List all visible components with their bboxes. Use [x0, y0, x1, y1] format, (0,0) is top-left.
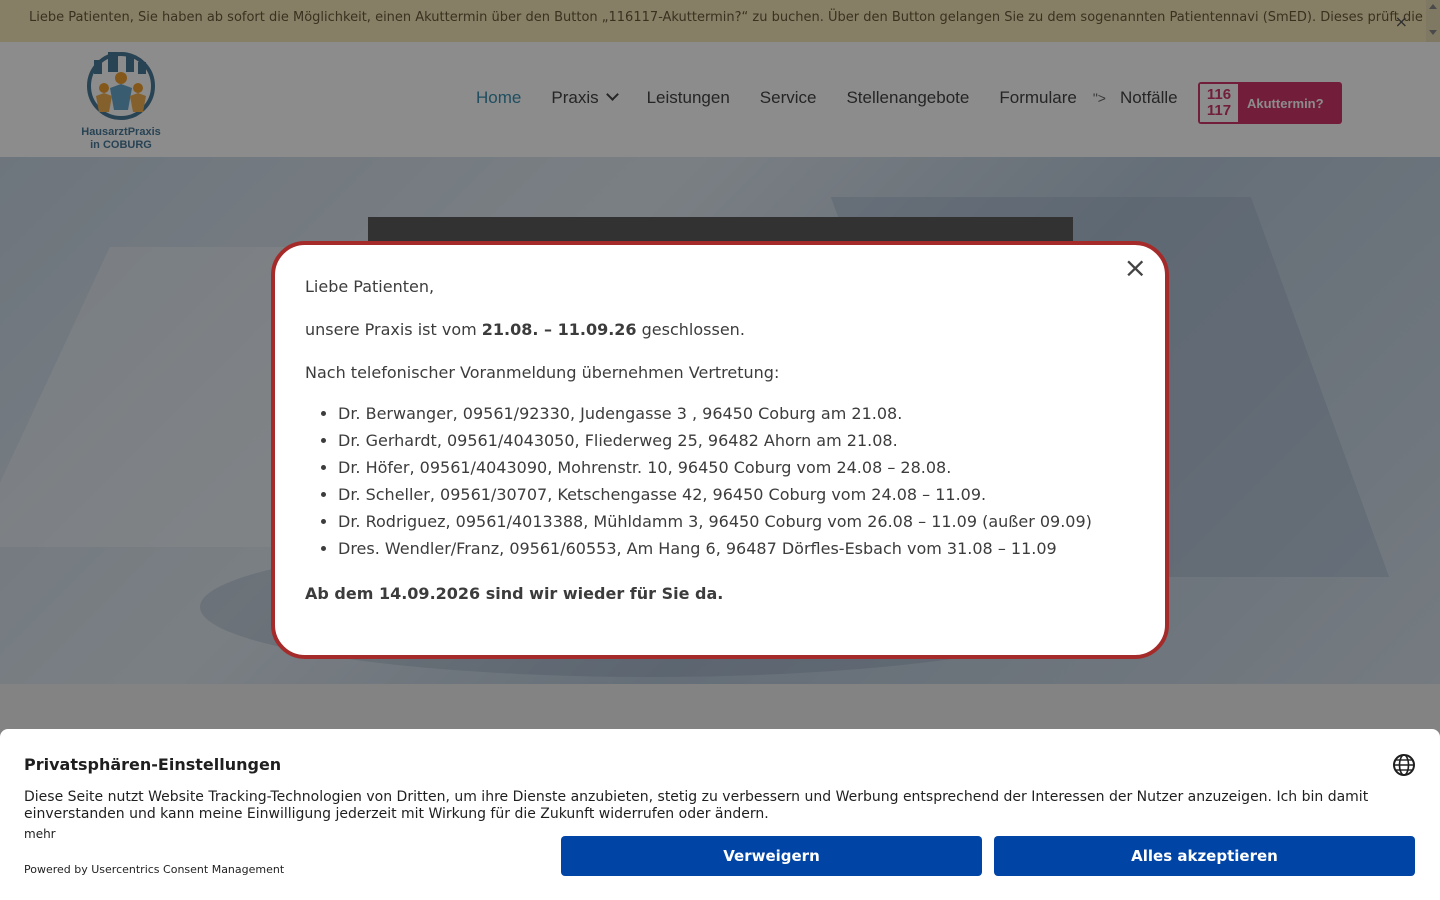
list-item: Dr. Scheller, 09561/30707, Ketschengasse…: [338, 481, 1135, 508]
reopen-text: Ab dem 14.09.2026 sind wir wieder für Si…: [305, 584, 724, 603]
close-icon[interactable]: ×: [1124, 254, 1147, 282]
closed-dates: 21.08. – 11.09.26: [481, 320, 637, 339]
modal-substitute-intro: Nach telefonischer Voranmeldung übernehm…: [305, 363, 780, 382]
list-item: Dr. Rodriguez, 09561/4013388, Mühldamm 3…: [338, 508, 1135, 535]
substitute-list: Dr. Berwanger, 09561/92330, Judengasse 3…: [305, 400, 1135, 562]
consent-text: Diese Seite nutzt Website Tracking-Techn…: [24, 789, 1369, 822]
globe-icon[interactable]: [1392, 753, 1416, 777]
consent-powered-by: Powered by Usercentrics Consent Manageme…: [24, 863, 285, 876]
modal-greeting: Liebe Patienten,: [305, 277, 435, 296]
consent-more-link[interactable]: mehr: [24, 827, 56, 841]
list-item: Dr. Gerhardt, 09561/4043050, Fliederweg …: [338, 427, 1135, 454]
accept-all-button[interactable]: Alles akzeptieren: [994, 836, 1415, 876]
consent-title: Privatsphären-Einstellungen: [24, 755, 282, 774]
consent-banner: Privatsphären-Einstellungen Diese Seite …: [0, 729, 1440, 900]
modal-reopen: Ab dem 14.09.2026 sind wir wieder für Si…: [305, 584, 1135, 603]
deny-button[interactable]: Verweigern: [561, 836, 982, 876]
list-item: Dr. Berwanger, 09561/92330, Judengasse 3…: [338, 400, 1135, 427]
list-item: Dr. Höfer, 09561/4043090, Mohrenstr. 10,…: [338, 454, 1135, 481]
closed-prefix: unsere Praxis ist vom: [305, 320, 482, 339]
list-item: Dres. Wendler/Franz, 09561/60553, Am Han…: [338, 535, 1135, 562]
closure-notice-modal: × Liebe Patienten, unsere Praxis ist vom…: [271, 241, 1169, 659]
modal-closed-dates: unsere Praxis ist vom 21.08. – 11.09.26 …: [305, 320, 1135, 339]
closed-suffix: geschlossen.: [636, 320, 745, 339]
